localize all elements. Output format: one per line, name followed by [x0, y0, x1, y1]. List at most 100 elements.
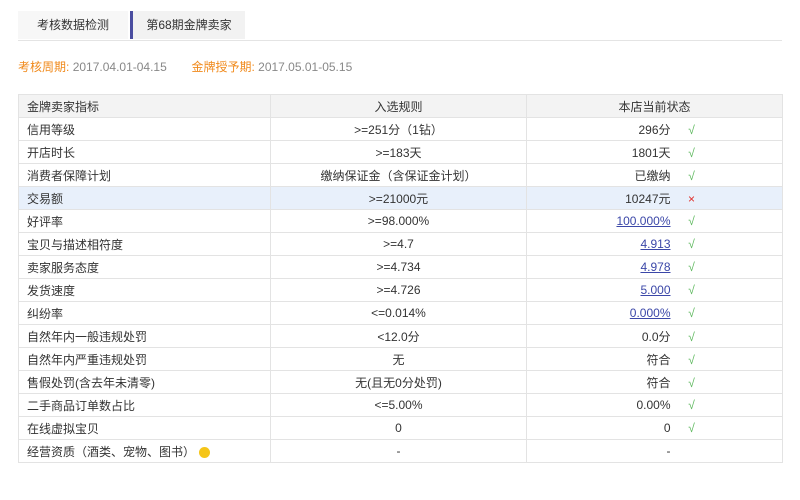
- metric-label: 自然年内一般违规处罚: [27, 329, 148, 344]
- rule-cell: <=0.014%: [270, 301, 527, 325]
- metric-label: 开店时长: [27, 145, 76, 160]
- status-cell: 100.000% √: [526, 209, 783, 233]
- check-icon: √: [688, 283, 695, 297]
- metric-cell: 纠纷率: [18, 301, 271, 325]
- metric-cell: 宝贝与描述相符度: [18, 232, 271, 256]
- metric-label: 纠纷率: [27, 306, 64, 321]
- tab-gold-seller[interactable]: 第68期金牌卖家: [130, 11, 245, 39]
- status-cell: 0.00% √: [526, 393, 783, 417]
- tab-bar: 考核数据检测 第68期金牌卖家: [18, 8, 782, 41]
- rule-cell: >=98.000%: [270, 209, 527, 233]
- table-header-row: 金牌卖家指标 入选规则 本店当前状态: [18, 94, 783, 118]
- status-value: 符合: [646, 375, 671, 390]
- check-icon: √: [688, 168, 695, 183]
- metric-label: 交易额: [27, 191, 64, 206]
- table-row: 消费者保障计划 缴纳保证金（含保证金计划） 已缴纳 √: [18, 163, 783, 187]
- status-value-link[interactable]: 4.913: [611, 237, 670, 251]
- status-cell: 5.000 √: [526, 278, 783, 302]
- metric-cell: 消费者保障计划: [18, 163, 271, 187]
- status-cell: 0.000% √: [526, 301, 783, 325]
- metric-cell: 卖家服务态度: [18, 255, 271, 279]
- metric-cell: 发货速度: [18, 278, 271, 302]
- table-row: 发货速度 >=4.726 5.000 √: [18, 278, 783, 302]
- metric-cell: 自然年内一般违规处罚: [18, 324, 271, 348]
- table-row: 经营资质（酒类、宠物、图书） - -: [18, 439, 783, 463]
- check-icon: √: [688, 260, 695, 274]
- status-cell: 4.978 √: [526, 255, 783, 279]
- rule-cell: -: [270, 439, 527, 463]
- rule-cell: >=4.734: [270, 255, 527, 279]
- status-value: 296分: [638, 122, 671, 137]
- status-cell: 4.913 √: [526, 232, 783, 256]
- table-row: 二手商品订单数占比 <=5.00% 0.00% √: [18, 393, 783, 417]
- metric-label: 发货速度: [27, 283, 76, 298]
- status-cell: 1801天 √: [526, 140, 783, 164]
- table-row: 卖家服务态度 >=4.734 4.978 √: [18, 255, 783, 279]
- status-cell: 10247元 ×: [526, 186, 783, 210]
- status-cell: 296分 √: [526, 117, 783, 141]
- table-row: 纠纷率 <=0.014% 0.000% √: [18, 301, 783, 325]
- header-rule: 入选规则: [270, 94, 527, 118]
- metric-label: 在线虚拟宝贝: [27, 421, 100, 436]
- status-value: 0.0分: [641, 329, 671, 344]
- rule-cell: >=251分（1钻）: [270, 117, 527, 141]
- check-icon: √: [688, 145, 695, 160]
- rule-cell: 0: [270, 416, 527, 440]
- metric-label: 消费者保障计划: [27, 168, 112, 183]
- status-value: 已缴纳: [634, 168, 671, 183]
- metric-cell: 售假处罚(含去年未清零): [18, 370, 271, 394]
- metric-label: 宝贝与描述相符度: [27, 237, 124, 252]
- table-row: 信用等级 >=251分（1钻） 296分 √: [18, 117, 783, 141]
- metric-cell: 交易额: [18, 186, 271, 210]
- rule-cell: <=5.00%: [270, 393, 527, 417]
- metric-label: 售假处罚(含去年未清零): [27, 375, 155, 390]
- gold-seller-criteria-table: 金牌卖家指标 入选规则 本店当前状态 信用等级 >=251分（1钻） 296分 √ 开店…: [18, 94, 783, 463]
- check-icon: √: [688, 421, 695, 435]
- metric-cell: 二手商品订单数占比: [18, 393, 271, 417]
- rule-cell: >=21000元: [270, 186, 527, 210]
- table-row: 在线虚拟宝贝 0 0 √: [18, 416, 783, 440]
- table-body: 信用等级 >=251分（1钻） 296分 √ 开店时长 >=183天 1801天 √ 消费者保障…: [18, 117, 783, 463]
- smiley-icon[interactable]: [199, 446, 211, 458]
- table-row: 售假处罚(含去年未清零) 无(且无0分处罚) 符合 √: [18, 370, 783, 394]
- metric-label: 经营资质（酒类、宠物、图书）: [27, 444, 196, 459]
- table-row: 交易额 >=21000元 10247元 ×: [18, 186, 783, 210]
- status-value: -: [666, 444, 671, 458]
- cross-icon: ×: [687, 191, 695, 206]
- metric-label: 好评率: [27, 214, 64, 229]
- status-value: 符合: [646, 352, 671, 367]
- check-icon: √: [688, 214, 695, 228]
- status-value-link[interactable]: 0.000%: [611, 306, 671, 320]
- status-value-link[interactable]: 5.000: [611, 283, 670, 297]
- period-info: 考核周期: 2017.04.01-04.15 金牌授予期: 2017.05.01…: [18, 58, 352, 76]
- table-row: 宝贝与描述相符度 >=4.7 4.913 √: [18, 232, 783, 256]
- rule-cell: 无(且无0分处罚): [270, 370, 527, 394]
- table-row: 自然年内严重违规处罚 无 符合 √: [18, 347, 783, 371]
- header-metric: 金牌卖家指标: [18, 94, 271, 118]
- award-period-label: 金牌授予期:: [191, 60, 255, 74]
- check-icon: √: [688, 375, 695, 390]
- check-icon: √: [688, 398, 695, 412]
- status-value: 0: [663, 421, 671, 435]
- check-icon: √: [688, 329, 695, 344]
- header-status: 本店当前状态: [526, 94, 783, 118]
- status-value-link[interactable]: 100.000%: [611, 214, 670, 228]
- table-row: 好评率 >=98.000% 100.000% √: [18, 209, 783, 233]
- check-icon: √: [688, 352, 695, 367]
- assess-period-label: 考核周期:: [18, 60, 70, 74]
- status-cell: 符合 √: [526, 370, 783, 394]
- metric-label: 二手商品订单数占比: [27, 398, 136, 413]
- table-row: 自然年内一般违规处罚 <12.0分 0.0分 √: [18, 324, 783, 348]
- rule-cell: 无: [270, 347, 527, 371]
- check-icon: √: [688, 122, 695, 137]
- tab-assessment-data[interactable]: 考核数据检测: [18, 11, 128, 39]
- metric-label: 信用等级: [27, 122, 76, 137]
- award-period-value: 2017.05.01-05.15: [258, 60, 353, 74]
- metric-label: 自然年内严重违规处罚: [27, 352, 148, 367]
- status-value-link[interactable]: 4.978: [611, 260, 670, 274]
- status-cell: 符合 √: [526, 347, 783, 371]
- rule-cell: >=4.7: [270, 232, 527, 256]
- rule-cell: >=4.726: [270, 278, 527, 302]
- status-value: 10247元: [625, 191, 671, 206]
- rule-cell: 缴纳保证金（含保证金计划）: [270, 163, 527, 187]
